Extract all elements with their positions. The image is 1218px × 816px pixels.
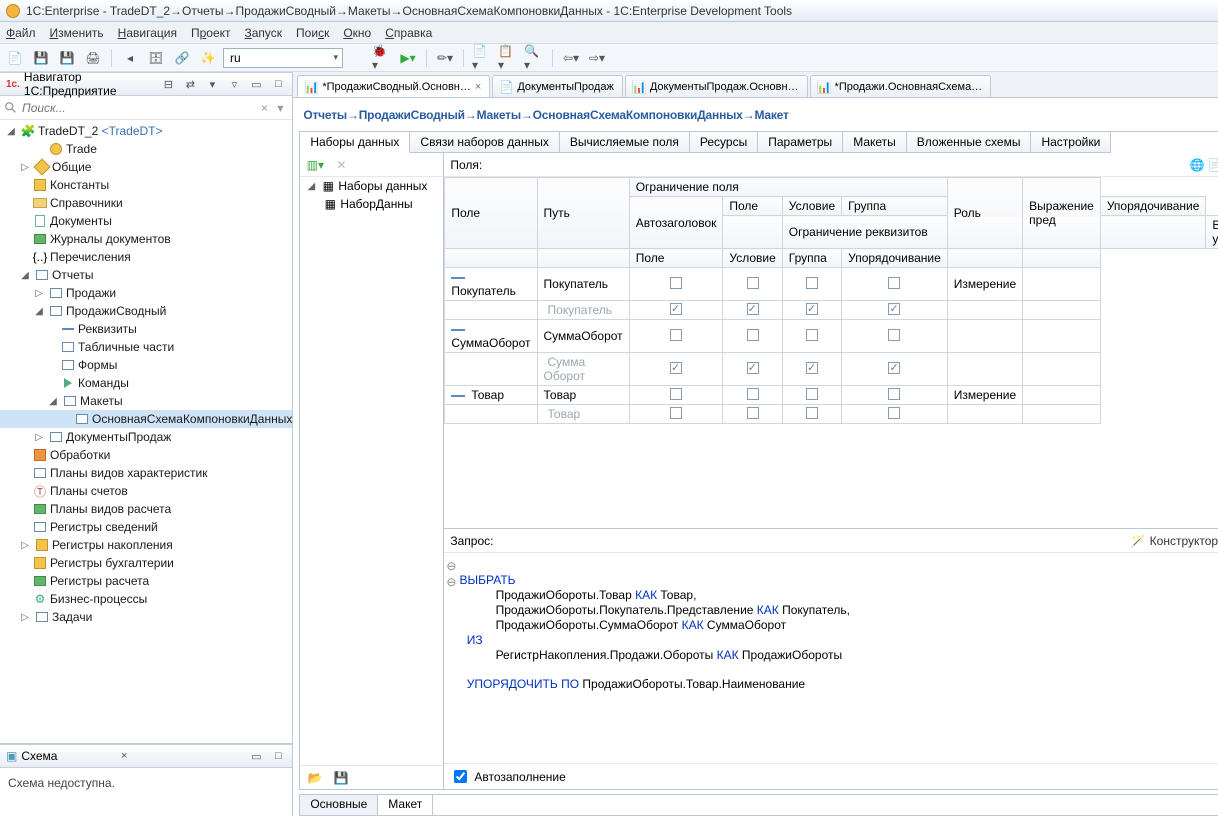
copy-button[interactable]: 📋▾ [497, 47, 519, 69]
language-select[interactable]: ru [223, 48, 343, 68]
tree-selected[interactable]: ОсновнаяСхемаКомпоновкиДанных [0, 410, 292, 428]
clear-search-icon[interactable]: × [256, 101, 272, 115]
link-button[interactable]: 🔗 [171, 47, 193, 69]
save-all-button[interactable]: 💾 [56, 47, 78, 69]
menu-bar: Файл Изменить Навигация Проект Запуск По… [0, 22, 1218, 44]
dcs-tab-templates[interactable]: Макеты [843, 132, 907, 153]
menu-project[interactable]: Проект [191, 26, 231, 40]
breadcrumb: Отчеты→ПродажиСводный→Макеты→ОсновнаяСхе… [293, 98, 1218, 131]
navigator-header: 1c. Навигатор 1С:Предприятие ⊟ ⇄ ▾ ▿ ▭ □ [0, 72, 292, 96]
scheme-close-icon[interactable]: × [116, 748, 132, 764]
scheme-message: Схема недоступна. [0, 768, 292, 816]
1c-icon: 1c. [6, 79, 20, 90]
dcs-tab-nested[interactable]: Вложенные схемы [907, 132, 1032, 153]
window-title: 1С:Enterprise - TradeDT_2→Отчеты→Продажи… [26, 4, 792, 18]
search-icon [4, 101, 18, 115]
query-label: Запрос: [450, 534, 1130, 548]
add-field-icon[interactable]: 📄 [1206, 156, 1218, 174]
close-tab-icon[interactable]: × [475, 81, 481, 93]
run-button[interactable]: ▶▾ [397, 47, 419, 69]
dcs-tabs: Наборы данных Связи наборов данных Вычис… [299, 131, 1218, 153]
link-editor-icon[interactable]: ⇄ [182, 76, 198, 92]
new-button[interactable]: 📄 [4, 47, 26, 69]
menu-file[interactable]: Файл [6, 26, 36, 40]
nav-fwd-button[interactable]: ⇨▾ [586, 47, 608, 69]
minimize-icon[interactable]: ▭ [248, 76, 264, 92]
wand-icon: 🪄 [1131, 534, 1146, 548]
config-icon: 🧩 [20, 124, 36, 138]
collapse-all-icon[interactable]: ⊟ [160, 76, 176, 92]
add-dataset-button[interactable]: ▥▾ [304, 154, 326, 176]
open-folder-icon[interactable]: 📂 [304, 767, 326, 789]
query-editor[interactable]: ⊖ ВЫБРАТЬ ⊖ ПродажиОбороты.Товар КАК Тов… [444, 553, 1218, 763]
menu-edit[interactable]: Изменить [50, 26, 104, 40]
query-builder-button[interactable]: 🪄 Конструктор запроса… [1131, 534, 1218, 548]
menu-window[interactable]: Окно [343, 26, 371, 40]
dcs-tab-datasets[interactable]: Наборы данных [300, 132, 410, 153]
navigator-title: Навигатор 1С:Предприятие [24, 70, 154, 98]
editor-tab[interactable]: 📊 *Продажи.ОсновнаяСхема… [810, 75, 992, 97]
schema-icon: 📊 [632, 80, 646, 94]
navigator-search: × ▾ [0, 96, 292, 120]
app-icon [6, 4, 20, 18]
tree-root[interactable]: ◢🧩 TradeDT_2 <TradeDT> [0, 122, 292, 140]
add-file-button[interactable]: 📄▾ [471, 47, 493, 69]
view-menu-icon[interactable]: ▿ [226, 76, 242, 92]
bottom-tab-template[interactable]: Макет [378, 795, 433, 815]
server-button[interactable]: 🗄 [145, 47, 167, 69]
navigator-tree[interactable]: ◢🧩 TradeDT_2 <TradeDT> Trade ▷Общие Конс… [0, 120, 292, 743]
title-bar: 1С:Enterprise - TradeDT_2→Отчеты→Продажи… [0, 0, 1218, 22]
schema-icon: 📊 [304, 80, 318, 94]
report-icon: 📄 [499, 80, 513, 94]
delete-dataset-button[interactable]: ✕ [330, 154, 352, 176]
schema-icon: 📊 [817, 80, 831, 94]
debug-button[interactable]: 🐞▾ [371, 47, 393, 69]
wand-button[interactable]: ✨ [197, 47, 219, 69]
scheme-max-icon[interactable]: □ [270, 748, 286, 764]
highlight-button[interactable]: ✏▾ [434, 47, 456, 69]
menu-search[interactable]: Поиск [296, 26, 329, 40]
maximize-icon[interactable]: □ [270, 76, 286, 92]
fields-grid[interactable]: Поле Путь Ограничение поля Роль Выражени… [444, 177, 1218, 424]
globe-icon[interactable]: 🌐 [1188, 156, 1206, 174]
scheme-icon: ▣ [6, 749, 17, 763]
bottom-tab-main[interactable]: Основные [300, 795, 378, 815]
editor-tab[interactable]: 📄 ДокументыПродаж [492, 75, 623, 97]
editor-tab[interactable]: 📊 ДокументыПродаж.Основн… [625, 75, 808, 97]
menu-run[interactable]: Запуск [245, 26, 283, 40]
search-input[interactable] [18, 101, 256, 115]
scheme-header: ▣ Схема × ▭ □ [0, 744, 292, 768]
back-button[interactable]: ◂ [119, 47, 141, 69]
menu-help[interactable]: Справка [385, 26, 432, 40]
menu-nav[interactable]: Навигация [118, 26, 177, 40]
main-toolbar: 📄 💾 💾 🖨 ◂ 🗄 🔗 ✨ ru 🐞▾ ▶▾ ✏▾ 📄▾ 📋▾ 🔍▾ ⇦▾ … [0, 44, 1218, 72]
dcs-tab-links[interactable]: Связи наборов данных [410, 132, 559, 153]
autofill-checkbox[interactable] [454, 770, 467, 783]
scheme-min-icon[interactable]: ▭ [248, 748, 264, 764]
dcs-tab-resources[interactable]: Ресурсы [690, 132, 758, 153]
dcs-tab-params[interactable]: Параметры [758, 132, 843, 153]
dcs-tab-calc[interactable]: Вычисляемые поля [560, 132, 690, 153]
nav-back-button[interactable]: ⇦▾ [560, 47, 582, 69]
print-button[interactable]: 🖨 [82, 47, 104, 69]
scheme-title: Схема [21, 749, 57, 763]
bottom-tabs: Основные Макет [299, 794, 1218, 816]
search-button[interactable]: 🔍▾ [523, 47, 545, 69]
save-ds-icon[interactable]: 💾 [330, 767, 352, 789]
save-button[interactable]: 💾 [30, 47, 52, 69]
filter-icon[interactable]: ▾ [204, 76, 220, 92]
editor-tab-active[interactable]: 📊 *ПродажиСводный.Основн… × [297, 75, 490, 97]
editor-tabs: 📊 *ПродажиСводный.Основн… × 📄 ДокументыП… [293, 72, 1218, 98]
dcs-tab-settings[interactable]: Настройки [1031, 132, 1111, 153]
search-dropdown-icon[interactable]: ▾ [272, 101, 288, 115]
dataset-tree[interactable]: ◢▦Наборы данных ▦НаборДанны [300, 177, 443, 765]
autofill-label: Автозаполнение [474, 770, 565, 784]
fields-label: Поля: [450, 158, 1188, 172]
